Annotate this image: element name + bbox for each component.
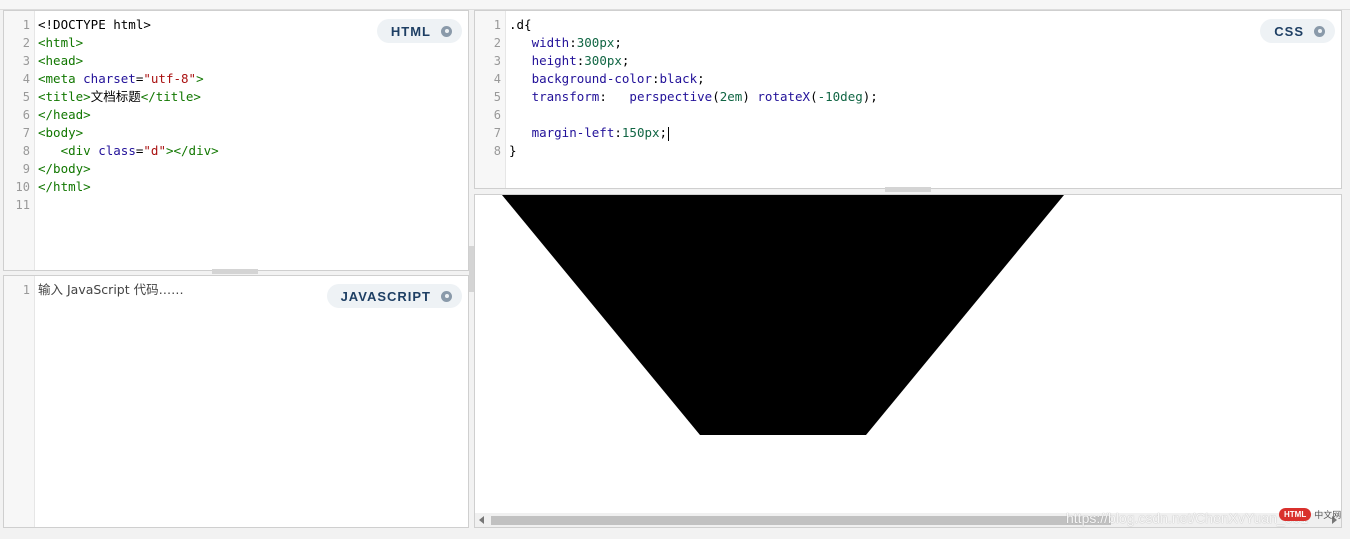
code-line[interactable]: 7 margin-left:150px; xyxy=(475,124,1341,142)
code-text[interactable]: <div class="d"></div> xyxy=(38,142,468,160)
html-badge-label: HTML xyxy=(390,23,431,39)
code-text[interactable]: width:300px; xyxy=(509,34,1341,52)
code-text[interactable]: </body> xyxy=(38,160,468,178)
line-number: 1 xyxy=(22,283,30,297)
line-number: 7 xyxy=(493,126,501,140)
code-line[interactable]: 4 <meta charset="utf-8"> xyxy=(4,70,468,88)
transformed-div xyxy=(502,195,1064,435)
gear-icon[interactable] xyxy=(441,25,452,37)
top-bar xyxy=(0,0,1350,10)
code-line[interactable]: 9 </body> xyxy=(4,160,468,178)
code-line[interactable]: 6 xyxy=(475,106,1341,124)
code-line[interactable]: 3 <head> xyxy=(4,52,468,70)
code-line[interactable]: 4 background-color:black; xyxy=(475,70,1341,88)
line-number: 4 xyxy=(22,72,30,86)
line-number: 2 xyxy=(493,36,501,50)
code-text[interactable]: height:300px; xyxy=(509,52,1341,70)
css-badge-label: CSS xyxy=(1274,23,1304,39)
code-line[interactable]: 1 .d{ xyxy=(475,16,1341,34)
line-number: 9 xyxy=(22,162,30,176)
line-number: 2 xyxy=(22,36,30,50)
line-number: 1 xyxy=(22,18,30,32)
line-number: 6 xyxy=(22,108,30,122)
gear-icon[interactable] xyxy=(1314,25,1325,37)
code-text[interactable]: <title>文档标题</title> xyxy=(38,88,468,106)
watermark: https://blog.csdn.net/ChenXvYuan_001 xyxy=(1066,510,1309,526)
line-number: 3 xyxy=(493,54,501,68)
gear-icon[interactable] xyxy=(441,290,452,302)
line-number: 8 xyxy=(493,144,501,158)
line-number: 7 xyxy=(22,126,30,140)
line-number: 10 xyxy=(15,180,30,194)
code-text[interactable]: </html> xyxy=(38,178,468,196)
html-code-area[interactable]: 1 <!DOCTYPE html> 2 <html> 3 <head> 4 <meta cha… xyxy=(4,16,468,270)
code-text[interactable]: <body> xyxy=(38,124,468,142)
code-line[interactable]: 10 </html> xyxy=(4,178,468,196)
code-text[interactable]: margin-left:150px; xyxy=(509,124,1341,142)
line-number: 5 xyxy=(22,90,30,104)
code-text[interactable]: background-color:black; xyxy=(509,70,1341,88)
line-number: 3 xyxy=(22,54,30,68)
code-text[interactable]: </head> xyxy=(38,106,468,124)
line-number: 4 xyxy=(493,72,501,86)
line-number: 6 xyxy=(493,108,501,122)
code-line[interactable]: 6 </head> xyxy=(4,106,468,124)
code-text[interactable]: } xyxy=(509,142,1341,160)
code-line[interactable]: 8} xyxy=(475,142,1341,160)
text-cursor xyxy=(668,126,670,141)
code-line[interactable]: 8 <div class="d"></div> xyxy=(4,142,468,160)
line-number: 5 xyxy=(493,90,501,104)
code-line[interactable]: 2 width:300px; xyxy=(475,34,1341,52)
line-number: 11 xyxy=(15,198,30,212)
javascript-badge-label: JAVASCRIPT xyxy=(340,288,431,304)
code-text[interactable]: <head> xyxy=(38,52,468,70)
code-line[interactable]: 7 <body> xyxy=(4,124,468,142)
html-editor[interactable]: 1 <!DOCTYPE html> 2 <html> 3 <head> 4 <meta cha… xyxy=(3,10,469,271)
code-text[interactable]: <meta charset="utf-8"> xyxy=(38,70,468,88)
css-resize-handle[interactable] xyxy=(885,187,931,192)
css-editor[interactable]: 1 .d{2 width:300px; 3 height:300px; 4 backg… xyxy=(474,10,1342,189)
line-number: 8 xyxy=(22,144,30,158)
html-resize-handle[interactable] xyxy=(212,269,258,274)
code-text[interactable]: transform: perspective(2em) rotateX(-10d… xyxy=(509,88,1341,106)
site-logo: HTML 中文网 xyxy=(1279,508,1341,521)
scrollbar-thumb[interactable] xyxy=(491,516,1111,525)
result-preview xyxy=(474,194,1342,528)
scroll-left-icon[interactable] xyxy=(479,516,484,524)
css-code-area[interactable]: 1 .d{2 width:300px; 3 height:300px; 4 backg… xyxy=(475,16,1341,188)
result-canvas xyxy=(502,195,1064,435)
html-settings-badge[interactable]: HTML xyxy=(376,19,462,43)
javascript-code-area[interactable]: 1 输入 JavaScript 代码…… xyxy=(4,281,468,527)
line-number: 1 xyxy=(493,18,501,32)
code-text[interactable]: .d{ xyxy=(509,16,1341,34)
javascript-settings-badge[interactable]: JAVASCRIPT xyxy=(326,284,462,308)
code-line[interactable]: 5 transform: perspective(2em) rotateX(-1… xyxy=(475,88,1341,106)
code-line[interactable]: 5 <title>文档标题</title> xyxy=(4,88,468,106)
code-line[interactable]: 11 xyxy=(4,196,468,214)
code-line[interactable]: 3 height:300px; xyxy=(475,52,1341,70)
logo-text: 中文网 xyxy=(1314,510,1342,520)
javascript-editor[interactable]: 1 输入 JavaScript 代码…… JAVASCRIPT xyxy=(3,275,469,528)
css-settings-badge[interactable]: CSS xyxy=(1260,19,1335,43)
logo-badge: HTML xyxy=(1279,508,1312,521)
